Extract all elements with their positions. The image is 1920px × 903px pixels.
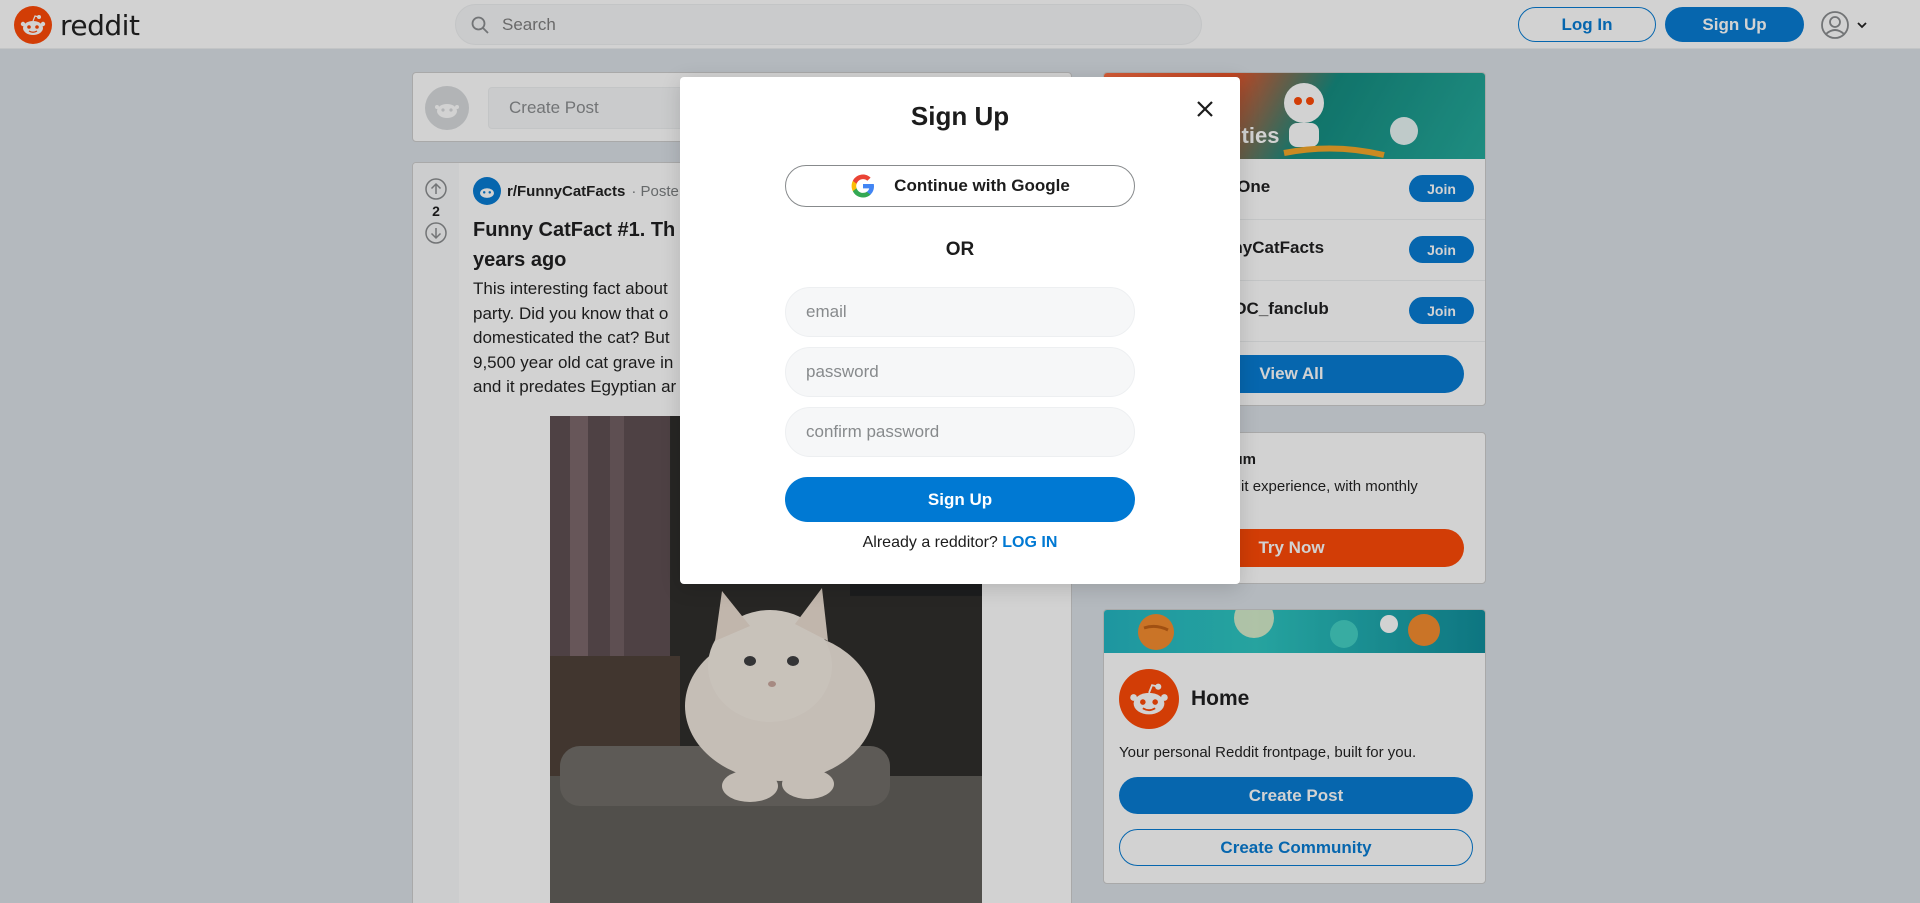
modal-title: Sign Up [910, 101, 1010, 131]
google-button-label: Continue with Google [894, 176, 1070, 195]
close-icon[interactable] [1190, 94, 1220, 124]
continue-with-google-button[interactable]: Continue with Google [785, 165, 1135, 207]
confirm-password-field[interactable] [785, 407, 1135, 457]
signup-modal: Sign Up Continue with Google OR Sign Up … [680, 77, 1240, 584]
already-redditor-line: Already a redditor? LOG IN [680, 534, 1240, 552]
login-link[interactable]: LOG IN [1002, 534, 1057, 551]
google-icon [851, 174, 875, 198]
email-field[interactable] [785, 287, 1135, 337]
signup-submit-button[interactable]: Sign Up [785, 477, 1135, 522]
already-redditor-text: Already a redditor? [862, 534, 998, 551]
or-divider: OR [945, 239, 975, 260]
password-field[interactable] [785, 347, 1135, 397]
